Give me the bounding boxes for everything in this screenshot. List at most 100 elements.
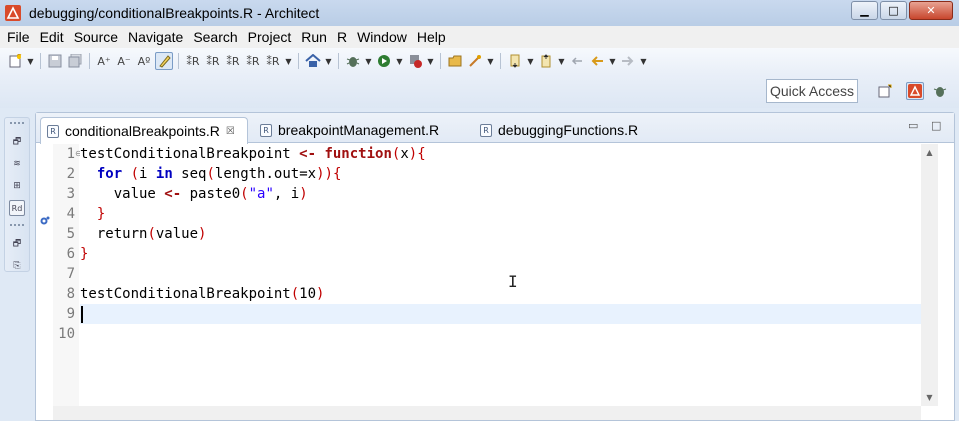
minimize-button[interactable]: ▁ [851,1,878,20]
home-dropdown-icon[interactable]: ▼ [324,52,333,70]
wand-dropdown-icon[interactable]: ▼ [486,52,495,70]
run-dropdown-icon[interactable]: ▼ [395,52,404,70]
save-all-icon[interactable] [66,52,84,70]
toolbar-separator [440,53,441,69]
tab-label: conditionalBreakpoints.R [65,123,220,139]
scroll-down-icon[interactable]: ▼ [921,389,938,406]
run-icon[interactable] [375,52,393,70]
menu-project[interactable]: Project [243,26,297,48]
line-number: 9 [66,306,75,322]
vertical-scrollbar[interactable]: ▲ ▼ [921,144,938,406]
new-icon[interactable] [6,52,24,70]
tab-conditionalbreakpoints[interactable]: R conditionalBreakpoints.R ☒ [40,117,248,144]
title-bar: debugging/conditionalBreakpoints.R - Arc… [0,0,959,26]
r-source-icon[interactable]: ⁑R [244,52,262,70]
object-browser-icon[interactable]: ⊞ [9,178,25,194]
open-perspective-icon[interactable] [876,82,894,100]
horizontal-scrollbar[interactable] [53,406,921,420]
outline-icon[interactable]: ≋ [9,156,25,172]
menu-source[interactable]: Source [69,26,123,48]
menu-r[interactable]: R [332,26,352,48]
code-line: } [96,206,106,222]
tab-debuggingfunctions[interactable]: R debuggingFunctions.R [474,117,638,143]
font-reset-icon[interactable]: Aº [135,52,153,70]
home-icon[interactable] [304,52,322,70]
minimize-icon: ▁ [860,4,869,17]
code-line: for (i in seq(length.out=x)){ [96,166,342,182]
tab-breakpointmanagement[interactable]: R breakpointManagement.R [254,117,439,143]
back-dropdown-icon[interactable]: ▼ [608,52,617,70]
close-icon: ✕ [926,4,936,17]
highlight-icon[interactable] [155,52,173,70]
next-annotation-dropdown-icon[interactable]: ▼ [526,52,535,70]
current-line-highlight [80,304,921,324]
r-run-icon[interactable]: ⁑R [184,52,202,70]
r-run-line-icon[interactable]: ⁑R [224,52,242,70]
menu-file[interactable]: File [2,26,35,48]
side-trim-bar: 🗗 ≋ ⊞ Rd 🗗 ⎘ [4,117,30,272]
project-explorer-icon[interactable]: ⎘ [9,258,25,274]
back-icon[interactable] [588,52,606,70]
menu-run[interactable]: Run [296,26,332,48]
quick-access-bar: Quick Access [0,74,959,108]
restore-icon[interactable]: 🗗 [9,236,25,252]
r-console-icon[interactable]: ⁑R [264,52,282,70]
debug-perspective-icon[interactable] [931,82,949,100]
scroll-up-icon[interactable]: ▲ [921,144,938,161]
last-edit-icon[interactable] [568,52,586,70]
stop-icon[interactable] [406,52,424,70]
toolbar-separator [298,53,299,69]
new-dropdown-icon[interactable]: ▼ [26,52,35,70]
font-increase-icon[interactable]: A⁺ [95,52,113,70]
next-annotation-icon[interactable] [506,52,524,70]
tab-label: breakpointManagement.R [278,122,440,138]
rd-help-icon[interactable]: Rd [9,200,25,216]
prev-annotation-dropdown-icon[interactable]: ▼ [557,52,566,70]
r-console-dropdown-icon[interactable]: ▼ [284,52,293,70]
toolbar-separator [89,53,90,69]
menu-search[interactable]: Search [188,26,242,48]
line-number-gutter: 1 ⊖ 2 3 4 5 6 7 8 9 10 [53,144,82,406]
conditional-breakpoint-icon[interactable] [40,216,50,226]
restore-icon[interactable]: 🗗 [9,134,25,150]
menu-navigate[interactable]: Navigate [123,26,188,48]
quick-access-input[interactable]: Quick Access [766,79,858,103]
debug-icon[interactable] [344,52,362,70]
code-line: testConditionalBreakpoint <- function(x)… [80,146,426,162]
wand-icon[interactable] [466,52,484,70]
code-editor[interactable]: testConditionalBreakpoint <- function(x)… [80,144,921,406]
trim-grip[interactable] [10,122,24,128]
prev-annotation-icon[interactable] [537,52,555,70]
forward-icon[interactable] [619,52,637,70]
code-line: } [80,246,89,262]
maximize-button[interactable]: □ [880,1,907,20]
minimize-view-icon[interactable]: ▭ [908,119,918,132]
open-folder-icon[interactable] [446,52,464,70]
debug-dropdown-icon[interactable]: ▼ [364,52,373,70]
font-decrease-icon[interactable]: A⁻ [115,52,133,70]
editor-tab-bar: R conditionalBreakpoints.R ☒ R breakpoin… [36,113,954,144]
r-file-icon: R [480,123,492,137]
line-number: 2 [66,166,75,182]
line-number: 4 [66,206,75,222]
forward-dropdown-icon[interactable]: ▼ [639,52,648,70]
toolbar-separator [500,53,501,69]
menu-window[interactable]: Window [352,26,412,48]
menu-edit[interactable]: Edit [35,26,69,48]
annotation-ruler[interactable] [37,144,53,420]
maximize-view-icon[interactable]: □ [931,119,941,132]
toolbar-separator [338,53,339,69]
trim-grip[interactable] [10,224,24,230]
overview-ruler[interactable] [938,144,954,420]
save-icon[interactable] [46,52,64,70]
tab-close-icon[interactable]: ☒ [226,126,235,137]
close-button[interactable]: ✕ [909,1,953,20]
window-title: debugging/conditionalBreakpoints.R - Arc… [29,5,320,21]
menu-help[interactable]: Help [412,26,451,48]
architect-logo-icon [5,5,21,21]
code-line: return(value) [96,226,207,242]
stop-dropdown-icon[interactable]: ▼ [426,52,435,70]
r-run-all-icon[interactable]: ⁑R [204,52,222,70]
ibeam-cursor-icon: I [508,272,518,291]
architect-perspective-icon[interactable] [906,82,924,100]
